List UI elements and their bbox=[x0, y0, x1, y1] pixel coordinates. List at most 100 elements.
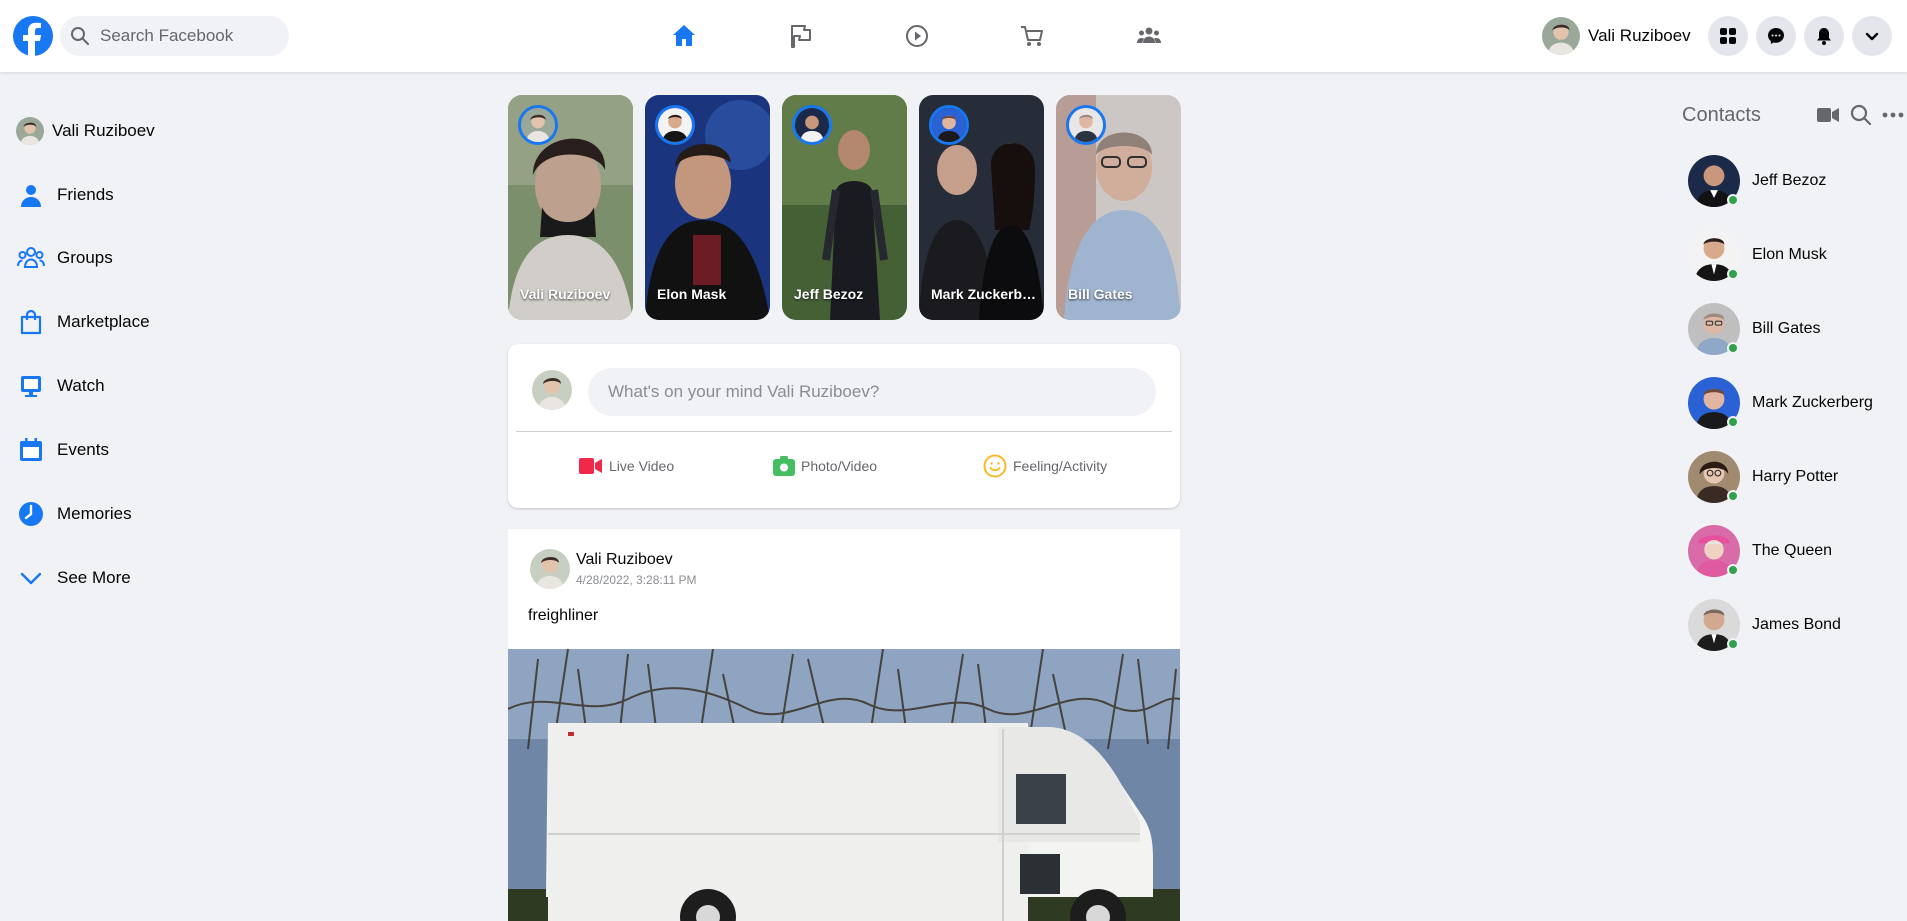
action-label: Feeling/Activity bbox=[1013, 458, 1108, 474]
facebook-logo-icon[interactable] bbox=[13, 16, 53, 56]
sidebar-item-events[interactable]: Events bbox=[16, 430, 109, 470]
contact-item[interactable]: The Queen bbox=[1688, 525, 1832, 577]
story-card[interactable]: Mark Zuckerberg bbox=[919, 95, 1044, 320]
contact-item[interactable]: Mark Zuckerberg bbox=[1688, 377, 1873, 429]
watch-icon bbox=[16, 371, 46, 401]
avatar bbox=[929, 105, 969, 145]
story-card[interactable]: Bill Gates bbox=[1056, 95, 1181, 320]
live-video-button[interactable]: Live Video bbox=[579, 454, 674, 478]
profile-name: Vali Ruziboev bbox=[1588, 26, 1691, 45]
online-indicator bbox=[1727, 416, 1739, 428]
sidebar-item-label: Memories bbox=[57, 504, 132, 523]
post-text: freighliner bbox=[528, 607, 599, 624]
feeling-activity-button[interactable]: Feeling/Activity bbox=[983, 454, 1107, 478]
sidebar-item-groups[interactable]: Groups bbox=[16, 238, 113, 278]
account-button[interactable] bbox=[1852, 16, 1892, 56]
contact-item[interactable]: Jeff Bezoz bbox=[1688, 155, 1826, 207]
search-icon bbox=[71, 27, 89, 45]
avatar bbox=[518, 105, 558, 145]
contacts-options-button[interactable] bbox=[1881, 104, 1905, 126]
avatar bbox=[1542, 17, 1580, 55]
flag-icon bbox=[791, 25, 811, 48]
contact-item[interactable]: Bill Gates bbox=[1688, 303, 1820, 355]
avatar bbox=[532, 370, 572, 410]
post-image[interactable] bbox=[508, 649, 1180, 921]
story-name: Jeff Bezoz bbox=[794, 286, 864, 302]
contact-name: Mark Zuckerberg bbox=[1752, 394, 1873, 411]
notifications-button[interactable] bbox=[1804, 16, 1844, 56]
sidebar-item-see-more[interactable]: See More bbox=[16, 558, 131, 598]
sidebar-item-watch[interactable]: Watch bbox=[16, 366, 105, 406]
marketplace-icon bbox=[16, 307, 46, 337]
contact-item[interactable]: James Bond bbox=[1688, 599, 1841, 651]
pages-nav-button[interactable] bbox=[770, 12, 830, 60]
contact-item[interactable]: Elon Musk bbox=[1688, 229, 1827, 281]
friends-icon bbox=[16, 180, 46, 210]
avatar bbox=[792, 105, 832, 145]
messenger-button[interactable] bbox=[1756, 16, 1796, 56]
story-name: Bill Gates bbox=[1068, 286, 1133, 302]
story-card[interactable]: Jeff Bezoz bbox=[782, 95, 907, 320]
sidebar-item-label: Events bbox=[57, 440, 109, 459]
home-nav-button[interactable] bbox=[654, 12, 714, 60]
play-circle-icon bbox=[906, 25, 928, 47]
search-input[interactable] bbox=[100, 16, 280, 56]
bell-icon bbox=[1817, 28, 1831, 45]
avatar bbox=[655, 105, 695, 145]
divider bbox=[516, 431, 1172, 432]
photo-icon bbox=[773, 456, 795, 476]
sidebar-item-label: Watch bbox=[57, 376, 105, 395]
home-icon bbox=[673, 25, 695, 46]
sidebar-item-memories[interactable]: Memories bbox=[16, 494, 132, 534]
avatar[interactable] bbox=[530, 549, 570, 589]
groups-nav-button[interactable] bbox=[1119, 12, 1179, 60]
truck-photo bbox=[508, 649, 1180, 921]
story-card[interactable]: Elon Mask bbox=[645, 95, 770, 320]
contact-name: Harry Potter bbox=[1752, 468, 1839, 485]
sidebar-item-label: Friends bbox=[57, 185, 114, 204]
sidebar-item-marketplace[interactable]: Marketplace bbox=[16, 302, 150, 342]
sidebar-item-label: Marketplace bbox=[57, 312, 150, 331]
sidebar-item-profile[interactable]: Vali Ruziboev bbox=[16, 111, 155, 151]
online-indicator bbox=[1727, 194, 1739, 206]
video-camera-icon bbox=[1817, 108, 1839, 122]
story-name: Mark Zuckerberg bbox=[931, 286, 1039, 302]
online-indicator bbox=[1727, 342, 1739, 354]
marketplace-nav-button[interactable] bbox=[1002, 12, 1062, 60]
messenger-icon bbox=[1768, 28, 1784, 44]
events-icon bbox=[16, 435, 46, 465]
action-label: Live Video bbox=[609, 458, 675, 474]
contacts-search-button[interactable] bbox=[1849, 104, 1873, 126]
more-options-icon bbox=[1882, 112, 1904, 118]
contact-name: Elon Musk bbox=[1752, 246, 1827, 263]
sidebar-item-friends[interactable]: Friends bbox=[16, 175, 114, 215]
search-box[interactable] bbox=[60, 16, 289, 56]
action-label: Photo/Video bbox=[801, 458, 878, 474]
post-input[interactable] bbox=[588, 368, 1156, 416]
photo-video-button[interactable]: Photo/Video bbox=[773, 454, 877, 478]
contact-name: Bill Gates bbox=[1752, 320, 1821, 337]
avatar bbox=[1066, 105, 1106, 145]
chevron-down-icon bbox=[16, 563, 46, 593]
profile-link[interactable]: Vali Ruziboev bbox=[1542, 16, 1691, 56]
video-call-button[interactable] bbox=[1816, 104, 1840, 126]
story-card[interactable]: Vali Ruziboev bbox=[508, 95, 633, 320]
groups-icon bbox=[16, 243, 46, 273]
contact-item[interactable]: Harry Potter bbox=[1688, 451, 1838, 503]
story-name: Vali Ruziboev bbox=[520, 286, 611, 302]
grid-icon bbox=[1720, 28, 1736, 44]
online-indicator bbox=[1727, 268, 1739, 280]
top-navbar: Vali Ruziboev bbox=[0, 0, 1907, 72]
contact-name: The Queen bbox=[1752, 542, 1833, 559]
menu-button[interactable] bbox=[1708, 16, 1748, 56]
sidebar-item-label: Vali Ruziboev bbox=[52, 121, 155, 140]
chevron-down-icon bbox=[1865, 32, 1879, 41]
post-author[interactable]: Vali Ruziboev bbox=[576, 551, 673, 569]
post-timestamp: 4/28/2022, 3:28:11 PM bbox=[576, 573, 697, 587]
story-name: Elon Mask bbox=[657, 286, 727, 302]
smiley-icon bbox=[983, 454, 1007, 478]
watch-nav-button[interactable] bbox=[887, 12, 947, 60]
cart-icon bbox=[1021, 26, 1043, 46]
avatar bbox=[16, 117, 44, 145]
video-camera-icon bbox=[579, 458, 602, 474]
